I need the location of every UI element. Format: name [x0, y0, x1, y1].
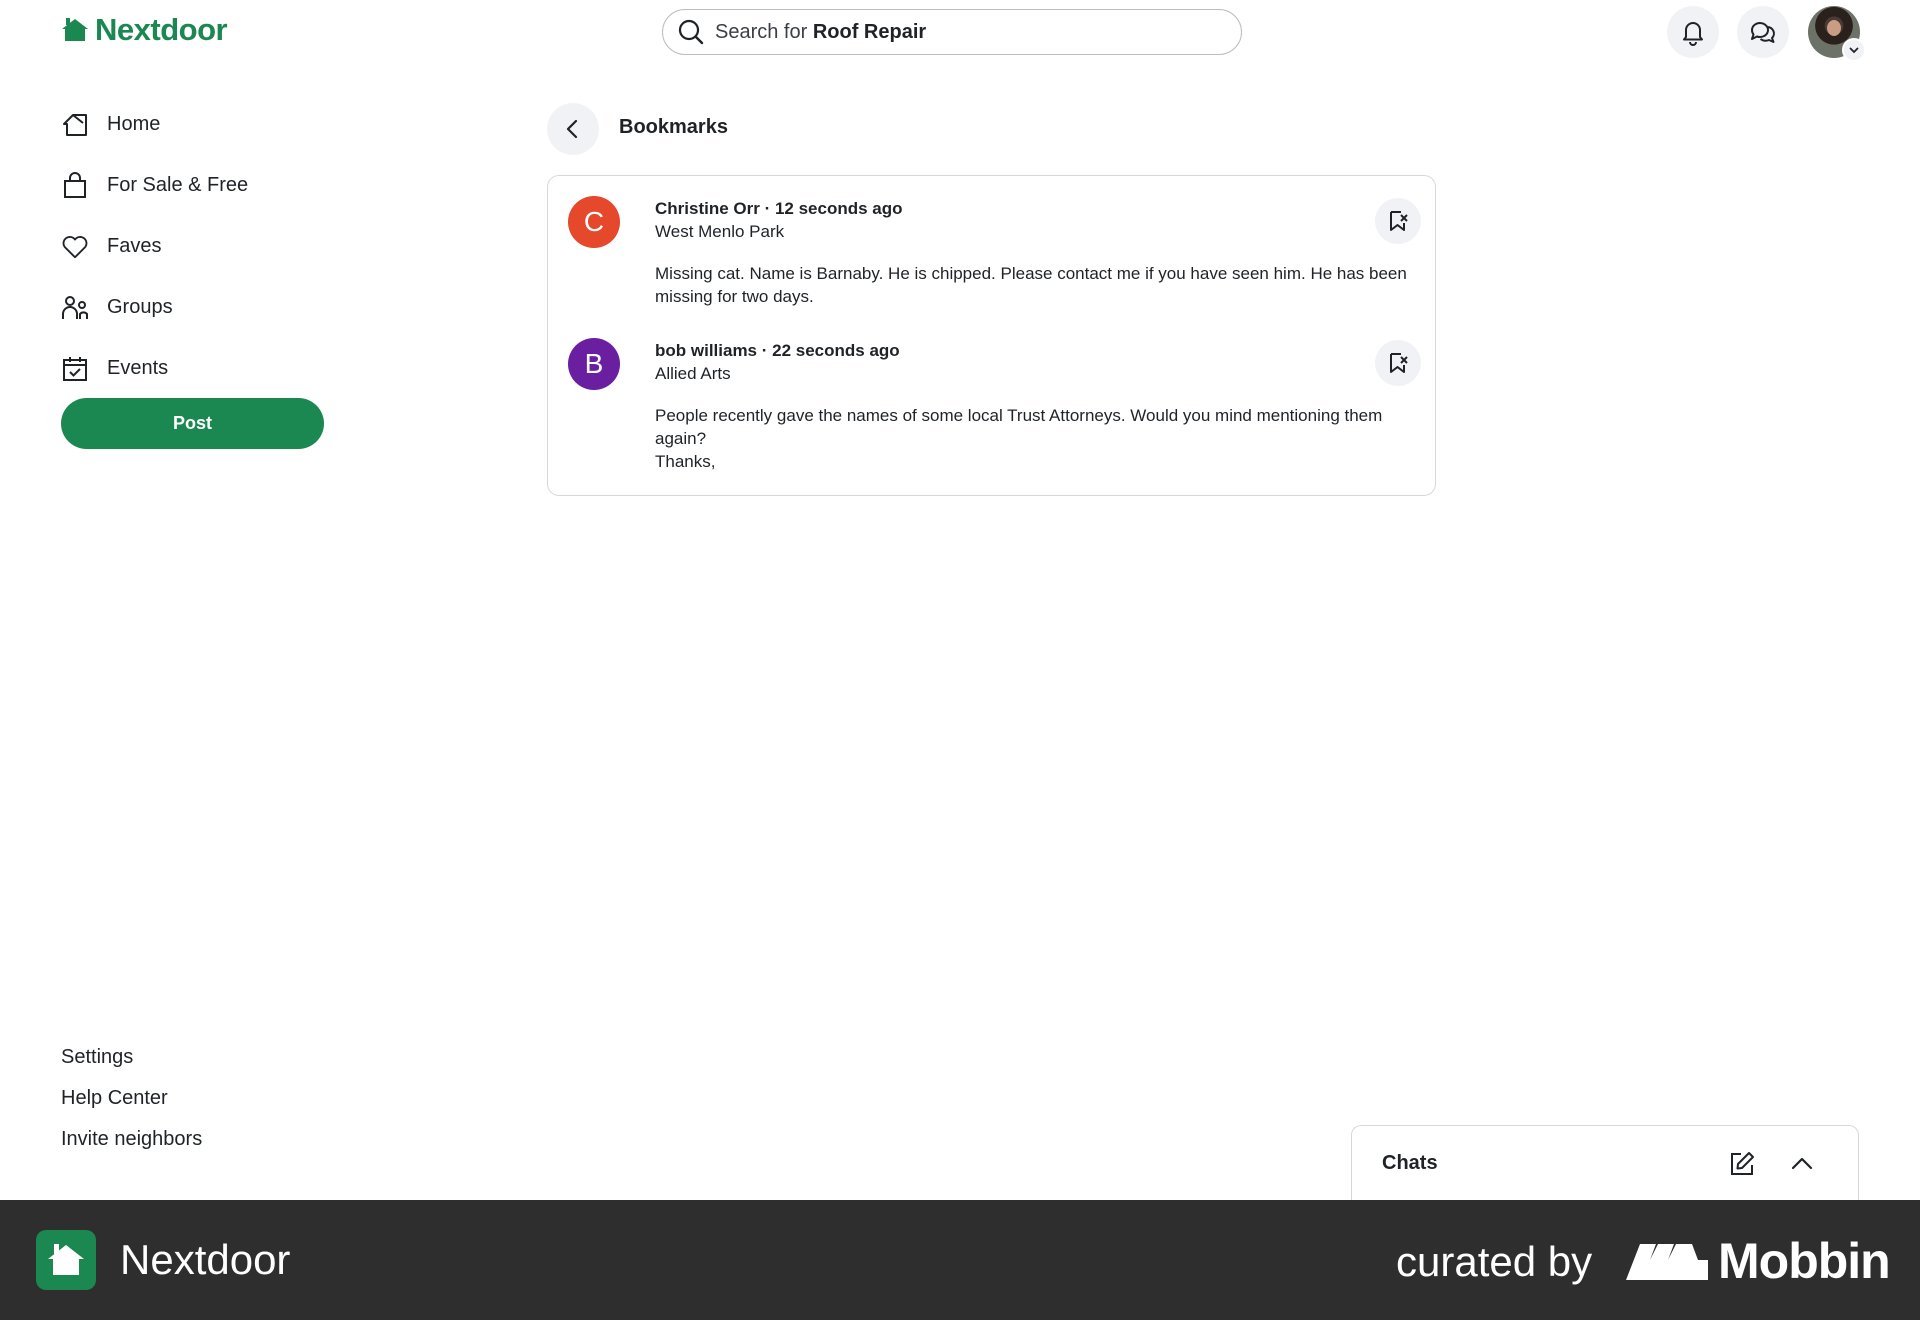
sidebar-item-events[interactable]: Events [61, 338, 248, 399]
settings-link[interactable]: Settings [61, 1042, 202, 1083]
shopping-bag-icon [61, 171, 89, 200]
post-neighborhood: West Menlo Park [655, 222, 785, 241]
logo-text: Nextdoor [95, 12, 228, 47]
post-body: Missing cat. Name is Barnaby. He is chip… [655, 264, 1407, 306]
chats-title: Chats [1382, 1152, 1438, 1174]
sidebar-item-label: Home [107, 113, 161, 135]
chevron-left-icon [566, 119, 578, 139]
help-center-link[interactable]: Help Center [61, 1083, 202, 1124]
notifications-button[interactable] [1667, 6, 1719, 58]
bookmark-remove-icon [1390, 353, 1408, 373]
post-button[interactable]: Post [61, 398, 324, 449]
banner-app-name: Nextdoor [120, 1236, 291, 1283]
chat-bubbles-icon [1751, 22, 1775, 43]
sidebar-item-faves[interactable]: Faves [61, 216, 248, 277]
chats-panel[interactable]: Chats [1351, 1125, 1859, 1201]
nextdoor-app-icon [36, 1230, 96, 1290]
sidebar-nav: Home For Sale & Free Faves Groups Events [61, 94, 248, 399]
post-author[interactable]: Christine Orr · 12 seconds ago [655, 197, 903, 220]
sidebar-item-label: Groups [107, 296, 173, 318]
search-input[interactable]: Search for Roof Repair [662, 9, 1242, 55]
post-header: Christine Orr · 12 seconds ago West Menl… [655, 197, 903, 243]
page-title: Bookmarks [619, 116, 728, 138]
sidebar-item-label: Faves [107, 235, 162, 257]
home-icon [61, 111, 89, 139]
bookmark-remove-icon [1390, 211, 1408, 231]
sidebar-item-groups[interactable]: Groups [61, 277, 248, 338]
sidebar-item-for-sale[interactable]: For Sale & Free [61, 155, 248, 216]
nextdoor-logo[interactable]: Nextdoor [61, 12, 228, 48]
curated-by-text: curated by [1396, 1238, 1593, 1285]
sidebar-item-home[interactable]: Home [61, 94, 248, 155]
invite-neighbors-link[interactable]: Invite neighbors [61, 1124, 202, 1165]
house-logo-icon [62, 18, 88, 41]
post-author[interactable]: bob williams · 22 seconds ago [655, 339, 900, 362]
remove-bookmark-button[interactable] [1375, 340, 1421, 386]
back-button[interactable] [547, 103, 599, 155]
new-chat-button[interactable] [1724, 1146, 1760, 1182]
avatar[interactable]: B [568, 338, 620, 390]
post-neighborhood: Allied Arts [655, 364, 731, 383]
mobbin-logo: Mobbin [1626, 1232, 1891, 1290]
chevron-up-icon [1791, 1157, 1813, 1170]
profile-menu[interactable] [1808, 6, 1866, 62]
chevron-down-icon [1842, 38, 1866, 62]
search-icon [678, 19, 704, 45]
bell-icon [1683, 22, 1703, 46]
remove-bookmark-button[interactable] [1375, 198, 1421, 244]
groups-icon [61, 294, 89, 322]
post-body: People recently gave the names of some l… [655, 406, 1383, 471]
mobbin-wordmark: Mobbin [1718, 1233, 1891, 1289]
mobbin-banner: Nextdoor curated by Mobbin [0, 1200, 1920, 1320]
footer-links: Settings Help Center Invite neighbors [61, 1042, 202, 1165]
mobbin-mark-icon [1626, 1244, 1708, 1280]
expand-chats-button[interactable] [1784, 1146, 1820, 1182]
avatar[interactable]: C [568, 196, 620, 248]
messages-button[interactable] [1737, 6, 1789, 58]
compose-icon [1731, 1152, 1754, 1175]
bookmarks-card: C Christine Orr · 12 seconds ago West Me… [547, 175, 1436, 496]
sidebar-item-label: Events [107, 357, 169, 379]
search-placeholder: Search for Roof Repair [715, 20, 927, 43]
calendar-check-icon [61, 355, 89, 383]
heart-icon [61, 233, 89, 261]
sidebar-item-label: For Sale & Free [107, 174, 249, 196]
post-header: bob williams · 22 seconds ago Allied Art… [655, 339, 900, 385]
